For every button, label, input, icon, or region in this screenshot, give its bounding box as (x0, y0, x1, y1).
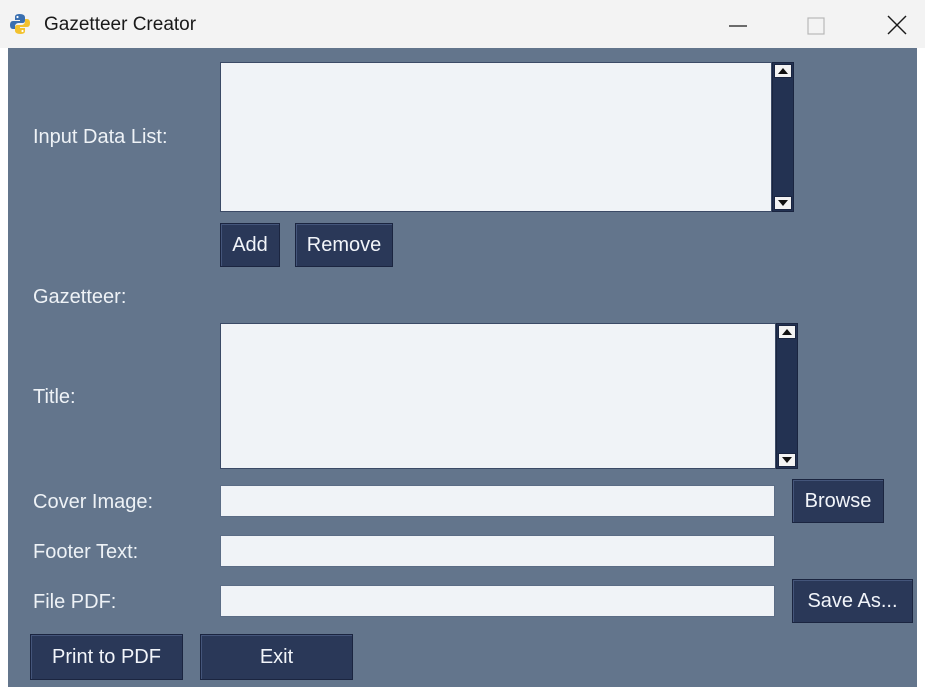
input-data-scrollbar[interactable] (772, 62, 794, 212)
add-button[interactable]: Add (220, 223, 280, 267)
arrow-up-icon (782, 329, 792, 335)
exit-button[interactable]: Exit (200, 634, 353, 680)
gazetteer-label: Gazetteer: (33, 286, 127, 308)
file-pdf-field[interactable] (220, 585, 775, 617)
title-scrollbar[interactable] (776, 323, 798, 469)
file-pdf-label: File PDF: (33, 591, 117, 613)
scroll-up-arrow[interactable] (778, 325, 796, 339)
arrow-down-icon (778, 200, 788, 206)
save-as-button[interactable]: Save As... (792, 579, 913, 623)
maximize-button[interactable] (796, 10, 836, 40)
remove-button[interactable]: Remove (295, 223, 393, 267)
browse-button[interactable]: Browse (792, 479, 884, 523)
minimize-icon (729, 25, 747, 27)
scroll-down-arrow[interactable] (774, 196, 792, 210)
window-title: Gazetteer Creator (44, 14, 197, 35)
minimize-button[interactable] (718, 10, 758, 40)
arrow-up-icon (778, 68, 788, 74)
title-textbox[interactable] (220, 323, 776, 469)
footer-text-field[interactable] (220, 535, 775, 567)
scroll-up-arrow[interactable] (774, 64, 792, 78)
input-data-listbox[interactable] (220, 62, 772, 212)
print-to-pdf-button[interactable]: Print to PDF (30, 634, 183, 680)
scroll-down-arrow[interactable] (778, 453, 796, 467)
input-data-list-label: Input Data List: (33, 126, 168, 148)
title-label: Title: (33, 386, 76, 408)
python-icon (8, 12, 32, 36)
close-icon (887, 15, 907, 35)
arrow-down-icon (782, 457, 792, 463)
window-client-area: Input Data List: Add Remove Gazetteer: T… (8, 48, 917, 687)
window-titlebar: Gazetteer Creator (0, 0, 925, 48)
close-button[interactable] (877, 10, 917, 40)
footer-text-label: Footer Text: (33, 541, 139, 563)
maximize-icon (807, 17, 825, 35)
cover-image-field[interactable] (220, 485, 775, 517)
cover-image-label: Cover Image: (33, 491, 154, 513)
